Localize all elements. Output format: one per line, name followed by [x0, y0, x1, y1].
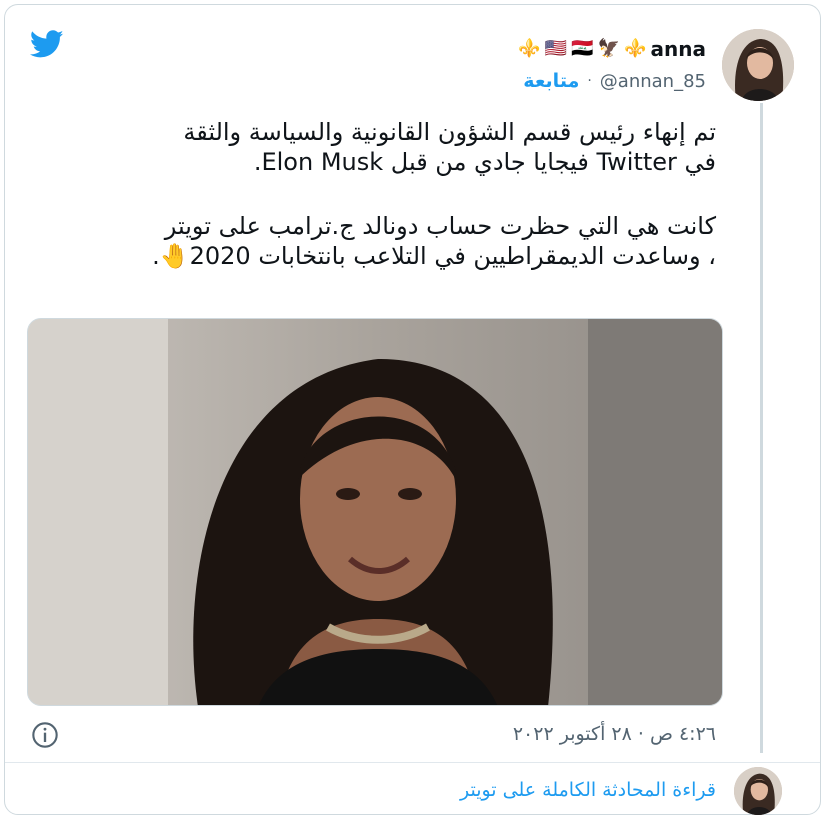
author-name-row: anna ⚜️ 🦅 🇮🇶 🇺🇸 ⚜️ — [518, 35, 706, 63]
tweet-line: ، وساعدت الديمقراطيين في التلاعب بانتخاب… — [152, 242, 716, 270]
author-avatar[interactable] — [722, 29, 794, 101]
footer-divider — [5, 762, 820, 763]
separator-dot: · — [587, 73, 592, 89]
tweet-photo[interactable] — [27, 318, 723, 706]
fleur-de-lis-emoji: ⚜️ — [624, 38, 647, 59]
tweet-card: anna ⚜️ 🦅 🇮🇶 🇺🇸 ⚜️ @annan_85 · متابعة تم… — [4, 4, 821, 815]
tweet-line: كانت هي التي حظرت حساب دونالد ج.ترامب عل… — [164, 212, 716, 240]
fleur-de-lis-emoji: ⚜️ — [518, 38, 541, 59]
thread-line — [760, 103, 763, 753]
footer-avatar[interactable] — [734, 767, 782, 815]
iraq-flag-emoji: 🇮🇶 — [571, 38, 594, 59]
us-flag-emoji: 🇺🇸 — [544, 38, 568, 59]
info-icon[interactable] — [31, 721, 59, 749]
read-full-conversation-link[interactable]: قراءة المحادثة الكاملة على تويتر — [460, 779, 716, 801]
tweet-timestamp[interactable]: ٤:٢٦ ص · ٢٨ أكتوبر ٢٠٢٢ — [513, 723, 716, 745]
author-handle-row: @annan_85 · متابعة — [523, 67, 706, 95]
avatar-image — [734, 767, 782, 815]
tweet-line: في Twitter فيجايا جادي من قبل Elon Musk. — [253, 148, 716, 176]
follow-button[interactable]: متابعة — [523, 70, 579, 92]
avatar-image — [722, 29, 794, 101]
author-handle[interactable]: @annan_85 — [600, 71, 706, 92]
author-name[interactable]: anna — [651, 37, 706, 61]
twitter-bird-icon[interactable] — [27, 27, 67, 61]
portrait-image — [28, 319, 722, 705]
tweet-line: تم إنهاء رئيس قسم الشؤون القانونية والسي… — [183, 118, 716, 146]
tweet-text: تم إنهاء رئيس قسم الشؤون القانونية والسي… — [29, 117, 716, 271]
eagle-emoji: 🦅 — [597, 38, 621, 59]
